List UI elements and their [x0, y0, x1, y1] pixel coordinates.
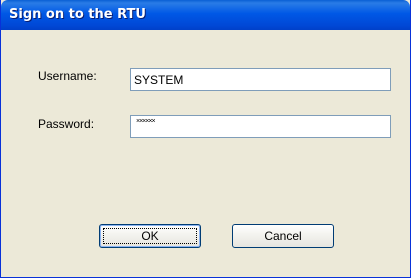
dialog-body: Username: Password: ×××××× OK Cancel [1, 30, 410, 277]
username-field[interactable] [130, 68, 391, 91]
password-label: Password: [38, 117, 95, 131]
username-label: Username: [38, 69, 97, 83]
password-mask: ×××××× [136, 118, 156, 125]
ok-button-label: OK [141, 229, 159, 243]
cancel-button[interactable]: Cancel [232, 224, 334, 248]
title-bar[interactable]: Sign on to the RTU [1, 0, 410, 30]
cancel-button-label: Cancel [264, 229, 302, 243]
ok-button[interactable]: OK [99, 224, 201, 248]
sign-on-dialog: Sign on to the RTU Username: Password: ×… [0, 0, 411, 278]
dialog-title: Sign on to the RTU [9, 7, 146, 22]
password-field[interactable]: ×××××× [130, 115, 391, 138]
